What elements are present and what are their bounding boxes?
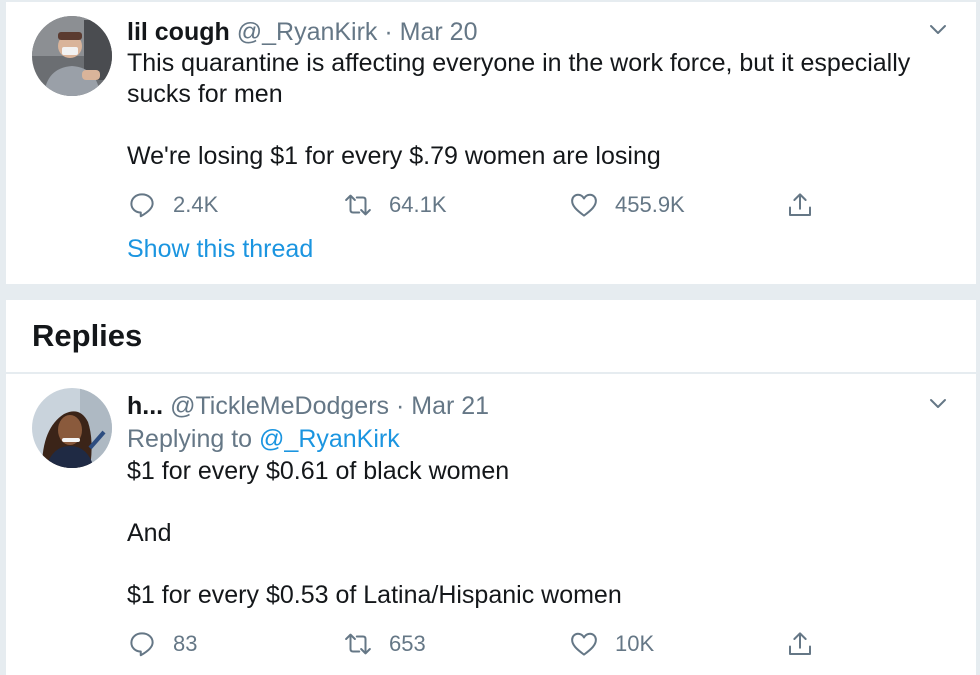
like-button[interactable]: 455.9K	[569, 188, 685, 222]
right-border	[976, 0, 980, 675]
display-name[interactable]: lil cough	[127, 18, 230, 46]
display-name[interactable]: h...	[127, 392, 163, 420]
timestamp[interactable]: Mar 21	[411, 392, 489, 420]
retweet-icon	[345, 633, 371, 655]
action-bar: 2.4K 64.1K 455.9K	[127, 188, 847, 222]
action-bar: 83 653 10K	[127, 627, 847, 661]
separator: ·	[395, 392, 405, 420]
chevron-down-icon[interactable]	[926, 18, 950, 42]
tweet-header: h... @TickleMeDodgers · Mar 21	[127, 390, 916, 422]
replying-to-label: Replying to	[127, 425, 253, 453]
retweet-icon	[345, 194, 371, 216]
tweet-text-line: We're losing $1 for every $.79 women are…	[127, 142, 661, 170]
tweet-header: lil cough @_RyanKirk · Mar 20	[127, 16, 916, 48]
share-icon	[789, 193, 811, 216]
avatar[interactable]	[32, 388, 112, 468]
reply-icon	[130, 632, 154, 657]
retweet-button[interactable]: 64.1K	[343, 188, 447, 222]
like-button[interactable]: 10K	[569, 627, 654, 661]
share-button[interactable]	[785, 627, 815, 661]
handle[interactable]: @_RyanKirk	[237, 18, 378, 46]
tweet-text-line: $1 for every $0.61 of black women	[127, 457, 510, 485]
like-count: 455.9K	[615, 192, 685, 217]
tweet-text-line: sucks for men	[127, 80, 283, 108]
chevron-down-icon[interactable]	[926, 392, 950, 416]
section-divider	[0, 284, 980, 300]
retweet-count: 653	[389, 631, 426, 656]
replying-to: Replying to @_RyanKirk	[127, 422, 916, 456]
timeline: lil cough @_RyanKirk · Mar 20 This quara…	[0, 0, 980, 675]
tweet-text-line: This quarantine is affecting everyone in…	[127, 49, 911, 77]
reply-icon	[130, 193, 154, 218]
replies-heading: Replies	[32, 318, 143, 353]
share-icon	[789, 632, 811, 655]
mention-link[interactable]: @_RyanKirk	[259, 425, 400, 453]
retweet-button[interactable]: 653	[343, 627, 426, 661]
heart-icon	[571, 632, 597, 656]
replies-header: Replies	[6, 300, 976, 372]
separator: ·	[384, 18, 393, 46]
retweet-count: 64.1K	[389, 192, 447, 217]
avatar[interactable]	[32, 16, 112, 96]
tweet-text-line: $1 for every $0.53 of Latina/Hispanic wo…	[127, 581, 622, 609]
timestamp[interactable]: Mar 20	[400, 18, 478, 46]
main-tweet[interactable]: lil cough @_RyanKirk · Mar 20 This quara…	[6, 2, 976, 284]
tweet-content: h... @TickleMeDodgers · Mar 21 Replying …	[127, 390, 916, 611]
heart-icon	[571, 193, 597, 217]
like-count: 10K	[615, 631, 655, 656]
share-button[interactable]	[785, 188, 815, 222]
reply-button[interactable]: 83	[127, 627, 197, 661]
reply-count: 2.4K	[173, 192, 219, 217]
reply-count: 83	[173, 631, 198, 656]
show-thread-link[interactable]: Show this thread	[127, 235, 313, 264]
reply-button[interactable]: 2.4K	[127, 188, 218, 222]
tweet-text-line: And	[127, 519, 172, 547]
handle[interactable]: @TickleMeDodgers	[170, 392, 389, 420]
tweet-content: lil cough @_RyanKirk · Mar 20 This quara…	[127, 16, 916, 172]
reply-tweet[interactable]: h... @TickleMeDodgers · Mar 21 Replying …	[6, 374, 976, 675]
